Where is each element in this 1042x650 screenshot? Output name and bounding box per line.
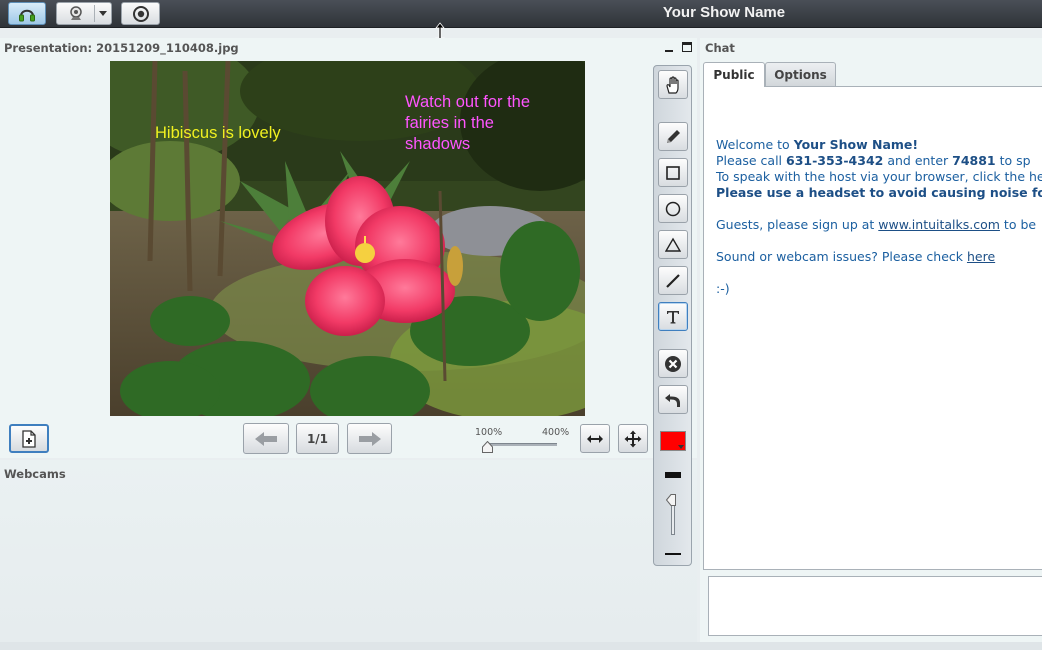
- ellipse-icon: [665, 201, 681, 216]
- record-button[interactable]: [121, 2, 160, 25]
- triangle-icon: [665, 237, 681, 252]
- next-slide-button[interactable]: [347, 423, 392, 454]
- pencil-tool-button[interactable]: [658, 122, 688, 151]
- slide-annotation-text: Watch out for the fairies in the shadows: [405, 93, 531, 153]
- upload-presentation-button[interactable]: [9, 424, 49, 453]
- thin-line-indicator: [665, 553, 681, 555]
- line-tool-button[interactable]: [658, 266, 688, 295]
- clear-icon: [665, 355, 681, 372]
- zoom-slider-thumb[interactable]: [482, 441, 493, 453]
- webcam-icon: [70, 5, 82, 20]
- hand-icon: [666, 75, 679, 94]
- chat-input[interactable]: [708, 576, 1042, 636]
- tab-options[interactable]: Options: [765, 62, 836, 86]
- page-indicator[interactable]: 1/1: [296, 423, 339, 454]
- ellipse-tool-button[interactable]: [658, 194, 688, 223]
- chat-message: Welcome to Your Show Name!: [716, 137, 919, 152]
- line-thickness-thumb[interactable]: [666, 494, 676, 506]
- text-tool-button[interactable]: [658, 302, 688, 331]
- arrow-right-icon: [358, 431, 381, 446]
- fit-width-icon: [587, 434, 603, 443]
- chat-message: To speak with the host via your browser,…: [716, 169, 1042, 184]
- slide-image[interactable]: Hibiscus is lovely Watch out for the fai…: [110, 61, 585, 416]
- zoom-max-label: 400%: [542, 427, 570, 438]
- chevron-down-icon[interactable]: [99, 11, 107, 17]
- chat-message: Guests, please sign up at www.intuitalks…: [716, 217, 1037, 232]
- thick-line-indicator: [665, 472, 681, 478]
- chat-message: Please call 631-353-4342 and enter 74881…: [716, 153, 1031, 168]
- top-bar: Your Show Name: [0, 0, 1042, 28]
- move-icon: [624, 430, 642, 447]
- show-title: Your Show Name: [662, 4, 786, 21]
- color-picker[interactable]: [660, 431, 686, 451]
- webcam-button[interactable]: [56, 2, 112, 25]
- upload-document-icon: [22, 429, 36, 448]
- undo-button[interactable]: [658, 385, 688, 414]
- zoom-slider[interactable]: [487, 443, 557, 446]
- triangle-tool-button[interactable]: [658, 230, 688, 259]
- pan-tool-button[interactable]: [658, 70, 688, 99]
- bottom-strip: [0, 642, 1042, 650]
- tab-public[interactable]: Public: [703, 62, 765, 87]
- webcams-title: Webcams: [4, 467, 66, 481]
- chat-message: Sound or webcam issues? Please check her…: [716, 249, 996, 264]
- fit-width-button[interactable]: [580, 424, 610, 453]
- chat-messages-area: Welcome to Your Show Name! Please call 6…: [703, 86, 1042, 570]
- intuitalks-link[interactable]: www.intuitalks.com: [878, 217, 1000, 232]
- maximize-button[interactable]: [682, 42, 692, 52]
- clear-button[interactable]: [658, 349, 688, 378]
- undo-icon: [665, 393, 680, 407]
- rectangle-icon: [666, 165, 680, 180]
- webcams-panel: Webcams: [0, 460, 697, 642]
- presentation-title: Presentation: 20151209_110408.jpg: [4, 41, 239, 55]
- move-button[interactable]: [618, 424, 648, 453]
- chat-panel: Chat Public Options Welcome to Your Show…: [700, 38, 1042, 642]
- chat-title: Chat: [705, 41, 735, 55]
- headset-button[interactable]: [8, 2, 46, 25]
- line-icon: [666, 273, 680, 288]
- chat-message: :-): [716, 281, 730, 296]
- text-icon: [667, 310, 679, 323]
- minimize-button[interactable]: [664, 42, 674, 52]
- whiteboard-toolbar: [653, 65, 692, 566]
- chat-message-list: Welcome to Your Show Name! Please call 6…: [716, 137, 1042, 297]
- zoom-min-label: 100%: [475, 427, 503, 438]
- arrow-left-icon: [255, 431, 277, 446]
- previous-slide-button[interactable]: [243, 423, 289, 454]
- presentation-panel: Presentation: 20151209_110408.jpg Hibisc…: [0, 38, 697, 458]
- chat-message: Please use a headset to avoid causing no…: [716, 185, 1042, 200]
- slide-annotation-text: Hibiscus is lovely: [155, 124, 281, 142]
- help-link[interactable]: here: [967, 249, 995, 264]
- rectangle-tool-button[interactable]: [658, 158, 688, 187]
- headset-icon: [19, 9, 35, 21]
- record-icon: [132, 5, 149, 22]
- pencil-icon: [667, 129, 680, 143]
